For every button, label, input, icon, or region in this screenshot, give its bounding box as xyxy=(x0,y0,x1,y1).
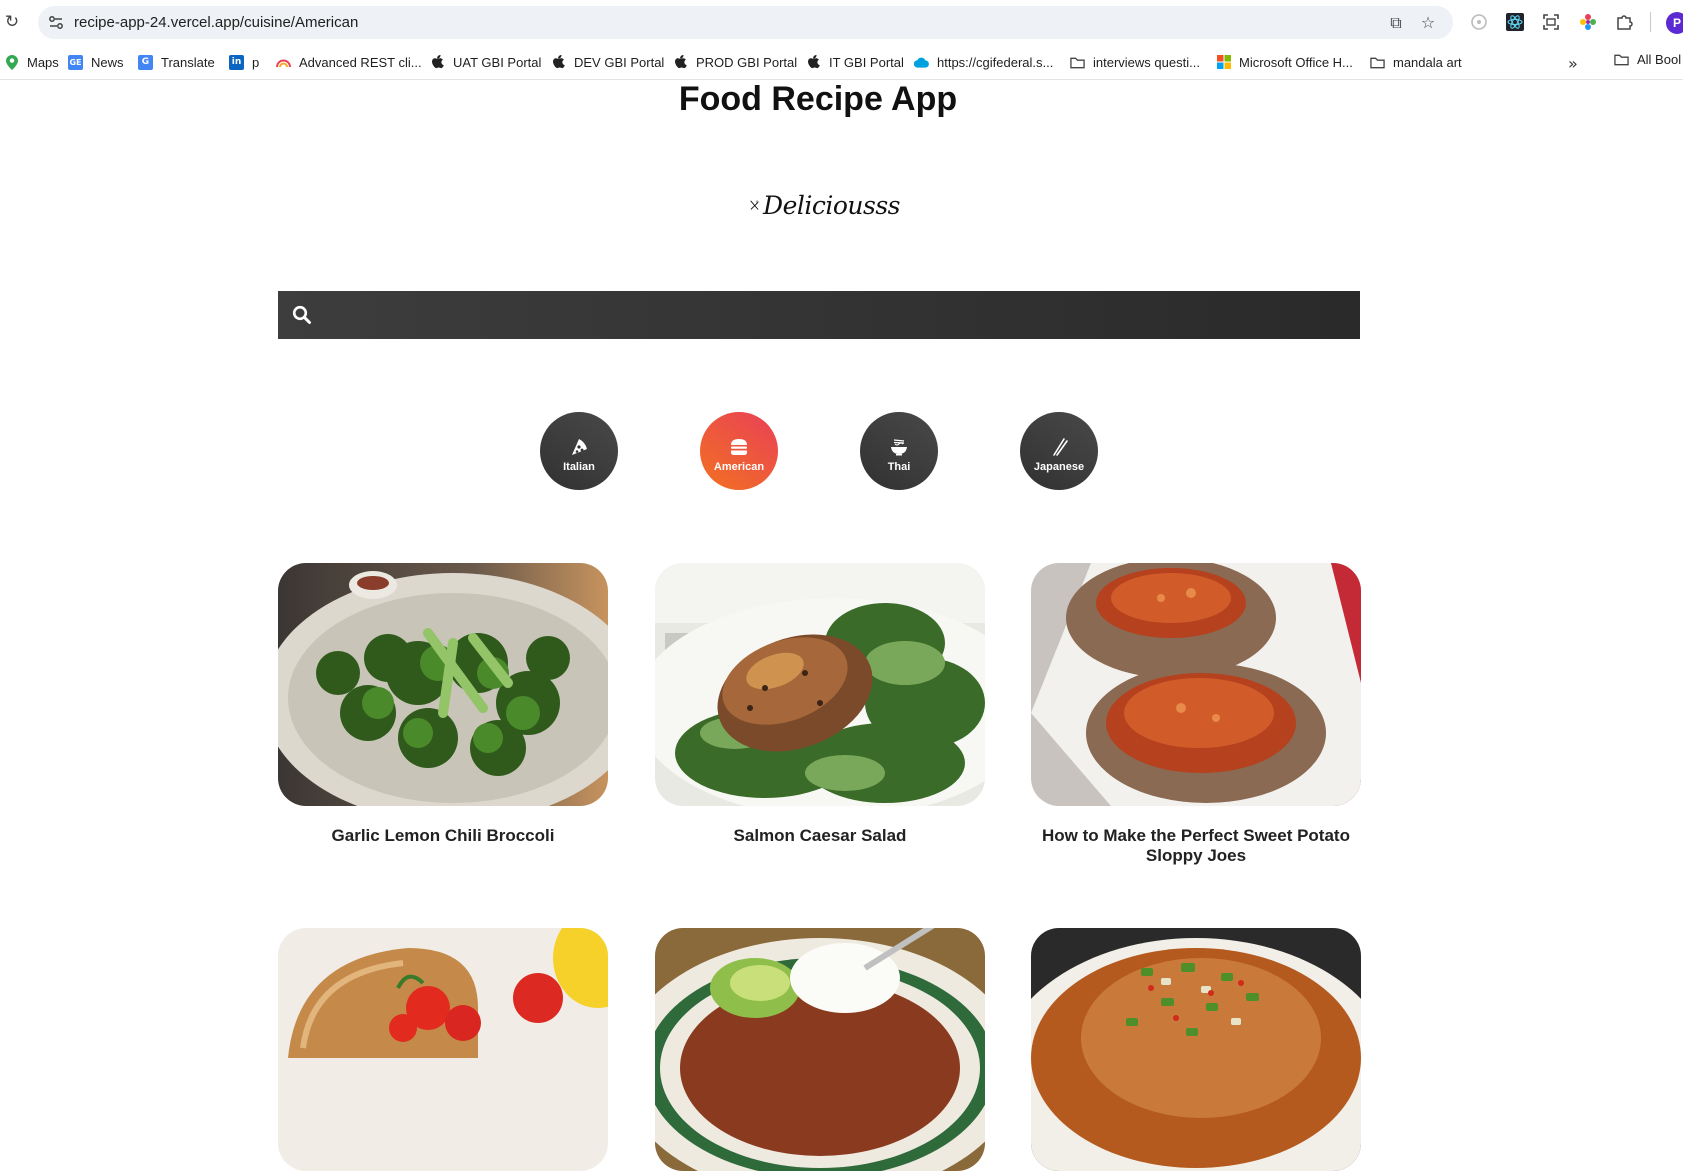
folder-icon xyxy=(1370,55,1385,70)
apple-icon xyxy=(806,55,821,70)
bookmark-label: All Bool xyxy=(1637,52,1682,67)
url-text[interactable]: recipe-app-24.vercel.app/cuisine/America… xyxy=(74,14,358,31)
category-label: Thai xyxy=(887,461,911,473)
folder-icon xyxy=(1614,52,1629,67)
install-app-icon[interactable]: ⧉ xyxy=(1386,13,1406,33)
fork-knife-icon xyxy=(750,200,759,210)
bookmark-label: PROD GBI Portal xyxy=(696,54,798,70)
category-thai[interactable]: Thai xyxy=(860,412,938,490)
bookmark-item[interactable]: PROD GBI Portal xyxy=(673,52,797,72)
bookmark-label: mandala art xyxy=(1393,54,1462,70)
category-american[interactable]: American xyxy=(700,412,778,490)
bookmark-label: interviews questi... xyxy=(1093,54,1200,70)
category-italian[interactable]: Italian xyxy=(540,412,618,490)
recipe-image-chili[interactable] xyxy=(655,928,985,1171)
extension-timer-icon[interactable] xyxy=(1469,12,1489,32)
recipe-card[interactable]: How to Make the Perfect Sweet Potato Slo… xyxy=(1031,563,1361,866)
site-logo[interactable]: Deliciousss xyxy=(750,180,900,230)
pizza-icon xyxy=(572,439,587,455)
bookmark-item[interactable]: https://cgifederal.s... xyxy=(914,52,1053,72)
recipe-card[interactable] xyxy=(278,928,608,1171)
bookmark-label: News xyxy=(91,54,124,70)
bookmark-item[interactable]: GE News xyxy=(68,52,124,72)
salesforce-cloud-icon xyxy=(914,55,929,70)
category-label: American xyxy=(713,461,765,473)
chopsticks-icon xyxy=(1053,438,1068,456)
extensions-puzzle-icon[interactable] xyxy=(1614,12,1634,32)
noodle-bowl-icon xyxy=(891,439,907,456)
address-bar[interactable]: recipe-app-24.vercel.app/cuisine/America… xyxy=(38,6,1453,39)
bookmark-label: Maps xyxy=(27,54,59,70)
recipe-card[interactable]: Salmon Caesar Salad xyxy=(655,563,985,846)
bookmark-item[interactable]: Advanced REST cli... xyxy=(276,52,422,72)
screenshot-icon[interactable] xyxy=(1541,12,1561,32)
search-form xyxy=(278,291,1360,339)
bookmark-item[interactable]: G Translate xyxy=(138,52,215,72)
apple-icon xyxy=(551,55,566,70)
bookmark-item[interactable]: interviews questi... xyxy=(1070,52,1200,72)
bookmark-item[interactable]: in p xyxy=(229,52,259,72)
recipe-card[interactable] xyxy=(1031,928,1361,1171)
apple-icon xyxy=(430,55,445,70)
bookmark-star-icon[interactable]: ☆ xyxy=(1418,13,1438,33)
recipe-title[interactable]: How to Make the Perfect Sweet Potato Slo… xyxy=(1031,826,1361,866)
bookmarks-bar: Maps GE News G Translate in p Advanced R… xyxy=(0,44,1683,80)
recipe-title[interactable]: Salmon Caesar Salad xyxy=(655,826,985,846)
bookmark-item[interactable]: IT GBI Portal xyxy=(806,52,904,72)
maps-pin-icon xyxy=(4,54,19,70)
browser-toolbar: ↻ recipe-app-24.vercel.app/cuisine/Ameri… xyxy=(0,0,1683,44)
page-title: Food Recipe App xyxy=(678,80,958,118)
more-bookmarks-chevron-icon[interactable]: » xyxy=(1568,54,1578,73)
linkedin-icon: in xyxy=(229,54,244,70)
recipe-image-broccoli[interactable] xyxy=(278,563,608,806)
bookmark-label: Microsoft Office H... xyxy=(1239,54,1353,70)
bookmark-item[interactable]: Maps xyxy=(4,52,59,72)
all-bookmarks-folder[interactable]: All Bool xyxy=(1614,52,1681,67)
bookmark-item[interactable]: DEV GBI Portal xyxy=(551,52,664,72)
search-icon xyxy=(292,305,311,324)
category-japanese[interactable]: Japanese xyxy=(1020,412,1098,490)
search-input[interactable] xyxy=(328,291,1348,339)
folder-icon xyxy=(1070,55,1085,70)
recipe-image-burger[interactable] xyxy=(278,928,608,1171)
recipe-image-salmon-salad[interactable] xyxy=(655,563,985,806)
react-devtools-icon[interactable] xyxy=(1505,12,1525,32)
category-label: Italian xyxy=(563,461,595,473)
logo-text: Deliciousss xyxy=(763,190,900,220)
hamburger-icon xyxy=(731,439,747,455)
toolbar-divider xyxy=(1650,12,1651,32)
recipe-image-sweet-potato[interactable] xyxy=(1031,563,1361,806)
color-picker-icon[interactable] xyxy=(1578,12,1598,32)
bookmark-item[interactable]: UAT GBI Portal xyxy=(430,52,541,72)
recipe-card[interactable] xyxy=(655,928,985,1171)
microsoft-icon xyxy=(1216,55,1231,70)
google-translate-icon: G xyxy=(138,54,153,70)
bookmark-label: https://cgifederal.s... xyxy=(937,54,1054,70)
bookmark-label: Advanced REST cli... xyxy=(299,54,422,70)
recipe-image-asian-fish[interactable] xyxy=(1031,928,1361,1171)
recipe-card[interactable]: Garlic Lemon Chili Broccoli xyxy=(278,563,608,846)
site-settings-icon[interactable] xyxy=(47,14,65,32)
bookmark-item[interactable]: mandala art xyxy=(1370,52,1462,72)
bookmark-label: p xyxy=(252,54,260,70)
recipe-title[interactable]: Garlic Lemon Chili Broccoli xyxy=(278,826,608,846)
bookmark-label: Translate xyxy=(161,54,215,70)
google-news-icon: GE xyxy=(68,54,83,70)
rest-client-icon xyxy=(276,55,291,70)
bookmark-label: UAT GBI Portal xyxy=(453,54,542,70)
apple-icon xyxy=(673,55,688,70)
bookmark-item[interactable]: Microsoft Office H... xyxy=(1216,52,1353,72)
category-label: Japanese xyxy=(1033,461,1085,473)
bookmark-label: IT GBI Portal xyxy=(829,54,904,70)
profile-avatar[interactable]: P xyxy=(1666,12,1683,34)
reload-icon[interactable]: ↻ xyxy=(2,12,22,32)
bookmark-label: DEV GBI Portal xyxy=(574,54,665,70)
